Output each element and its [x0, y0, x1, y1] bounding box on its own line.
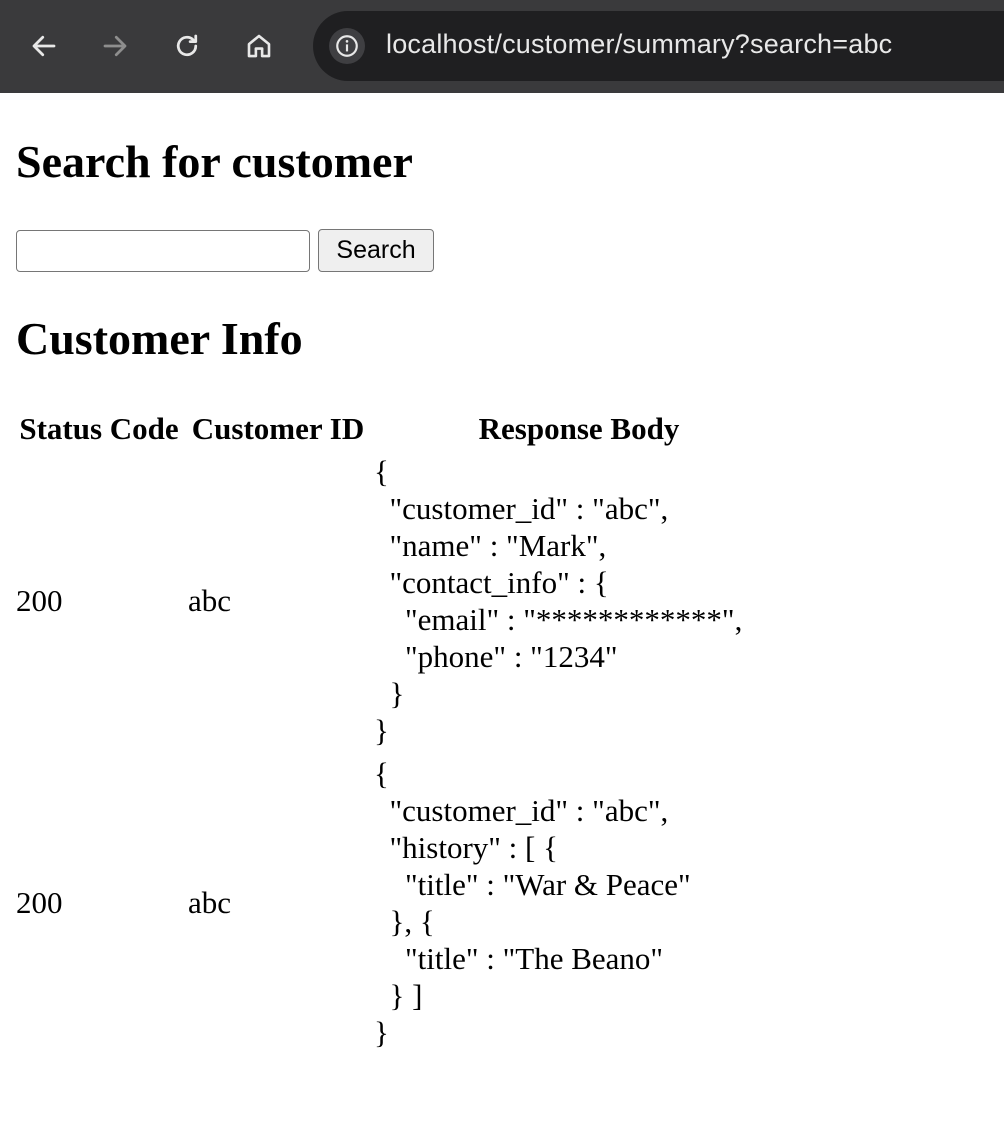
- arrow-right-icon: [103, 35, 127, 57]
- status-code-cell: 200: [16, 583, 63, 618]
- home-icon: [247, 34, 271, 58]
- response-body-cell: { "customer_id" : "abc", "name" : "Mark"…: [374, 453, 784, 749]
- table-header-row: Status Code Customer ID Response Body: [16, 411, 784, 447]
- search-heading: Search for customer: [16, 136, 413, 187]
- url-text[interactable]: localhost/customer/summary?search=abc: [386, 29, 892, 60]
- reload-icon: [176, 34, 198, 57]
- address-bar[interactable]: localhost/customer/summary?search=abc: [313, 11, 1004, 81]
- results-table: Status Code Customer ID Response Body 20…: [10, 405, 790, 1057]
- search-input[interactable]: [16, 230, 310, 272]
- column-header-status-code: Status Code: [19, 411, 179, 446]
- reload-button[interactable]: [165, 24, 209, 68]
- forward-button[interactable]: [93, 24, 137, 68]
- info-icon[interactable]: [329, 28, 365, 64]
- column-header-customer-id: Customer ID: [191, 411, 365, 446]
- arrow-left-icon: [32, 35, 56, 57]
- customer-id-cell: abc: [188, 583, 232, 618]
- response-body-cell: { "customer_id" : "abc", "history" : [ {…: [374, 755, 784, 1051]
- customer-info-heading: Customer Info: [16, 313, 303, 364]
- customer-id-cell: abc: [188, 885, 232, 920]
- status-code-cell: 200: [16, 885, 63, 920]
- column-header-response-body: Response Body: [478, 411, 680, 446]
- response-body-json: { "customer_id" : "abc", "history" : [ {…: [374, 756, 691, 1050]
- response-body-json: { "customer_id" : "abc", "name" : "Mark"…: [374, 454, 743, 748]
- browser-toolbar: localhost/customer/summary?search=abc: [0, 0, 1004, 93]
- back-button[interactable]: [22, 24, 66, 68]
- search-button[interactable]: Search: [318, 229, 434, 272]
- home-button[interactable]: [237, 24, 281, 68]
- table-row: 200 abc { "customer_id" : "abc", "name" …: [16, 453, 784, 749]
- table-row: 200 abc { "customer_id" : "abc", "histor…: [16, 755, 784, 1051]
